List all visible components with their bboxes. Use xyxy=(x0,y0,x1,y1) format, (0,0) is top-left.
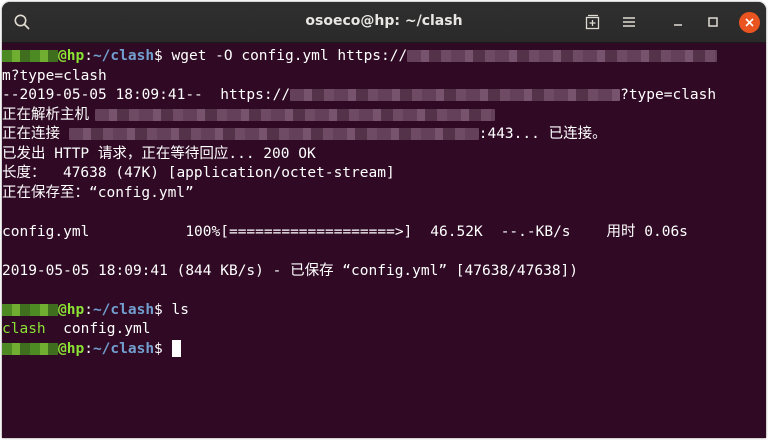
prompt-colon: : xyxy=(84,301,93,318)
prompt-path: ~/clash xyxy=(92,340,155,357)
command-text xyxy=(163,341,172,357)
prompt-dollar: $ xyxy=(154,301,163,318)
redacted-username xyxy=(2,50,58,62)
terminal-window: osoeco@hp: ~/clash @hp:~/clash$ wget -O … xyxy=(2,2,766,438)
close-icon xyxy=(745,18,754,27)
line-suffix: :443... 已连接。 xyxy=(478,126,607,142)
hamburger-menu-icon[interactable] xyxy=(619,12,639,32)
line-text: 正在解析主机 xyxy=(2,106,89,123)
terminal-line: 正在保存至：“config.yml” xyxy=(2,184,194,201)
ls-file: config.yml xyxy=(63,321,151,337)
redacted-url xyxy=(407,50,718,62)
minimize-icon[interactable] xyxy=(668,12,688,32)
terminal-cursor xyxy=(171,340,181,357)
terminal-line: 正在解析主机 xyxy=(2,106,766,126)
command-text: wget -O config.yml https:// xyxy=(162,48,408,64)
progress-speed: --.-KB/s xyxy=(500,223,571,240)
window-title: osoeco@hp: ~/clash xyxy=(305,13,463,29)
progress-line: config.yml 100%[===================>] 46.5… xyxy=(2,223,766,243)
terminal-line: --2019-05-05 18:09:41-- https:// ?type=cl… xyxy=(2,86,766,106)
terminal-line: clash config.yml xyxy=(2,320,766,340)
terminal-line: @hp:~/clash$ xyxy=(2,340,766,360)
new-tab-icon[interactable] xyxy=(583,12,603,32)
line-prefix: 正在连接 xyxy=(2,126,69,142)
terminal-line: 已发出 HTTP 请求，正在等待回应... 200 OK xyxy=(2,145,316,162)
command-text: ls xyxy=(162,301,189,318)
terminal-line: 长度： 47638 (47K) [application/octet-strea… xyxy=(2,165,395,181)
line-suffix: ?type=clash xyxy=(620,87,717,103)
line-prefix: --2019-05-05 18:09:41-- https:// xyxy=(2,87,291,103)
prompt-host: @hp xyxy=(58,301,85,318)
prompt-host: @hp xyxy=(58,340,85,357)
redacted-host xyxy=(68,128,479,140)
progress-time: 用时 0.06s xyxy=(606,223,688,240)
prompt-host: @hp xyxy=(58,48,85,64)
prompt-path: ~/clash xyxy=(92,48,155,64)
maximize-icon[interactable] xyxy=(703,12,723,32)
progress-size: 46.52K xyxy=(430,223,483,240)
prompt-path: ~/clash xyxy=(92,301,155,318)
ls-dir: clash xyxy=(2,321,46,337)
terminal-output[interactable]: @hp:~/clash$ wget -O config.yml https://… xyxy=(2,43,766,438)
redacted-username xyxy=(2,342,58,355)
progress-bar: 100%[===================>] xyxy=(185,223,413,240)
redacted-url xyxy=(290,89,621,101)
redacted-host xyxy=(95,108,495,121)
prompt-dollar: $ xyxy=(154,48,163,64)
close-button[interactable] xyxy=(739,12,760,33)
terminal-line: 正在连接 :443... 已连接。 xyxy=(2,125,766,145)
redacted-username xyxy=(2,303,58,316)
terminal-line: @hp:~/clash$ ls xyxy=(2,301,766,321)
prompt-dollar: $ xyxy=(154,340,163,357)
terminal-line: 2019-05-05 18:09:41 (844 KB/s) - 已保存 “co… xyxy=(2,262,579,279)
title-bar[interactable]: osoeco@hp: ~/clash xyxy=(2,2,766,43)
prompt-colon: : xyxy=(84,48,93,64)
prompt-colon: : xyxy=(84,340,93,357)
terminal-line: @hp:~/clash$ wget -O config.yml https:// xyxy=(2,47,766,67)
progress-filename: config.yml xyxy=(2,223,90,240)
terminal-line: m?type=clash xyxy=(2,67,107,84)
